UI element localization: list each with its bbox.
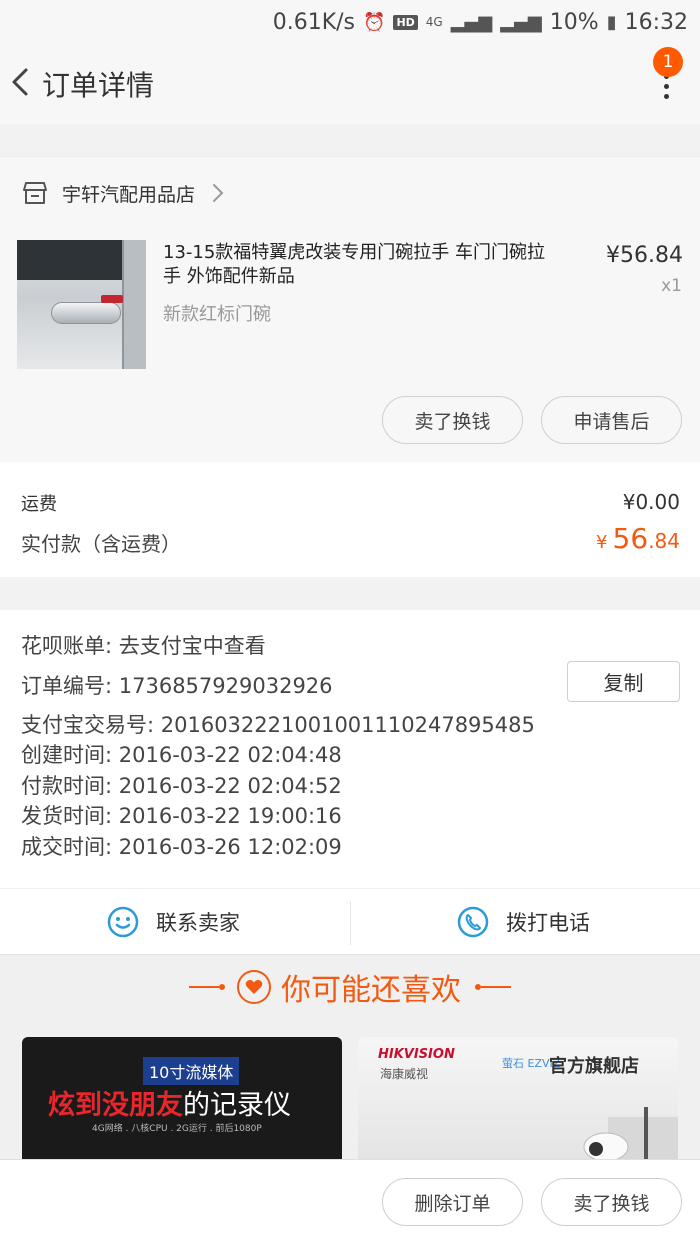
back-arrow-icon[interactable] — [6, 62, 36, 102]
hikvision-logo: HIKVISION — [378, 1047, 455, 1062]
chevron-right-icon — [213, 184, 224, 202]
card1-subtitle: 4G网络 . 八核CPU . 2G运行 . 前后1080P — [92, 1124, 262, 1134]
divider — [350, 901, 351, 945]
decor-line-right — [481, 986, 511, 988]
hd-icon: HD — [393, 14, 418, 30]
recommend-card-hikvision[interactable]: HIKVISION 海康威视 萤石 EZVIZ 官方旗舰店 — [358, 1037, 678, 1161]
network-label: 4G — [425, 15, 443, 29]
recommend-card-dashcam[interactable]: 10寸流媒体 炫到没朋友的记录仪 4G网络 . 八核CPU . 2G运行 . 前… — [22, 1037, 342, 1161]
product-sku: 新款红标门碗 — [163, 304, 271, 325]
clock: 16:32 — [624, 9, 688, 35]
notification-badge: 1 — [653, 47, 683, 77]
recommend-header: 你可能还喜欢 — [0, 967, 700, 1008]
store-icon — [23, 182, 47, 204]
card1-headline-red: 炫到没朋友 — [48, 1090, 183, 1121]
card1-tag: 10寸流媒体 — [143, 1057, 240, 1085]
decor-dot-left — [219, 984, 225, 990]
signal-icon-2: ▂▄▆ — [500, 11, 542, 33]
copy-button[interactable]: 复制 — [567, 661, 680, 702]
completed-time-row: 成交时间: 2016-03-26 12:02:09 — [21, 835, 342, 859]
battery-percent: 10% — [549, 9, 599, 35]
order-item-card: 宇轩汽配用品店 13-15款福特翼虎改装专用门碗拉手 车门门碗拉手 外饰配件新品… — [0, 156, 700, 462]
card1-headline: 炫到没朋友的记录仪 — [48, 1083, 291, 1122]
bottom-sell-button[interactable]: 卖了换钱 — [541, 1178, 682, 1226]
shipping-value: ¥0.00 — [622, 490, 680, 514]
total-currency: ¥ — [596, 532, 608, 553]
total-label: 实付款（含运费） — [21, 532, 181, 556]
phone-icon — [457, 906, 489, 938]
nav-bar: 订单详情 1 — [0, 44, 700, 124]
status-bar: 0.61K/s ⏰ HD 4G ▂▄▆ ▂▄▆ 10% ▮ 16:32 — [0, 0, 700, 44]
heart-icon — [237, 970, 271, 1004]
cost-summary: 运费 ¥0.00 实付款（含运费） ¥ 56.84 — [0, 462, 700, 577]
signal-icon: ▂▄▆ — [450, 11, 493, 33]
recommend-title: 你可能还喜欢 — [281, 973, 461, 1008]
contact-seller-label: 联系卖家 — [156, 911, 240, 935]
contact-bar: 联系卖家 拨打电话 — [0, 888, 700, 954]
delete-order-button[interactable]: 删除订单 — [382, 1178, 523, 1226]
call-phone-button[interactable]: 拨打电话 — [456, 889, 590, 955]
product-price: ¥56.84 — [606, 243, 683, 268]
bottom-action-bar: 删除订单 卖了换钱 — [0, 1159, 700, 1244]
shipping-label: 运费 — [21, 494, 57, 515]
total-paid: ¥ 56.84 — [596, 522, 680, 555]
contact-seller-button[interactable]: 联系卖家 — [106, 889, 240, 955]
page-title: 订单详情 — [42, 69, 155, 102]
total-integer: 56 — [612, 522, 649, 555]
card2-store-label: 官方旗舰店 — [549, 1056, 639, 1077]
order-number-row: 订单编号: 1736857929032926 — [21, 674, 333, 698]
card1-headline-white: 的记录仪 — [183, 1090, 291, 1121]
net-speed: 0.61K/s — [272, 9, 356, 35]
hikvision-cn: 海康威视 — [380, 1067, 429, 1081]
alipay-number-row: 支付宝交易号: 2016032221001001110247895485 — [21, 713, 535, 737]
store-header[interactable]: 宇轩汽配用品店 — [0, 157, 700, 229]
camera-image — [583, 1107, 678, 1161]
product-title[interactable]: 13-15款福特翼虎改装专用门碗拉手 车门门碗拉手 外饰配件新品 — [163, 241, 553, 289]
recommendations: 你可能还喜欢 10寸流媒体 炫到没朋友的记录仪 4G网络 . 八核CPU . 2… — [0, 954, 700, 1161]
decor-line-left — [189, 986, 219, 988]
store-name[interactable]: 宇轩汽配用品店 — [62, 180, 195, 207]
product-quantity: x1 — [661, 276, 682, 296]
created-time-row: 创建时间: 2016-03-22 02:04:48 — [21, 743, 342, 767]
alarm-icon: ⏰ — [363, 11, 386, 33]
paid-time-row: 付款时间: 2016-03-22 02:04:52 — [21, 774, 342, 798]
total-decimal: .84 — [648, 529, 680, 553]
product-thumbnail[interactable] — [17, 240, 146, 369]
after-sales-button[interactable]: 申请售后 — [541, 396, 682, 444]
sell-item-button[interactable]: 卖了换钱 — [382, 396, 523, 444]
shipped-time-row: 发货时间: 2016-03-22 19:00:16 — [21, 804, 342, 828]
huabei-row[interactable]: 花呗账单: 去支付宝中查看 — [21, 630, 266, 660]
battery-icon: ▮ — [606, 11, 617, 33]
order-info: 花呗账单: 去支付宝中查看 订单编号: 1736857929032926 复制 … — [0, 610, 700, 954]
call-phone-label: 拨打电话 — [506, 911, 590, 935]
chat-smile-icon — [107, 906, 139, 938]
